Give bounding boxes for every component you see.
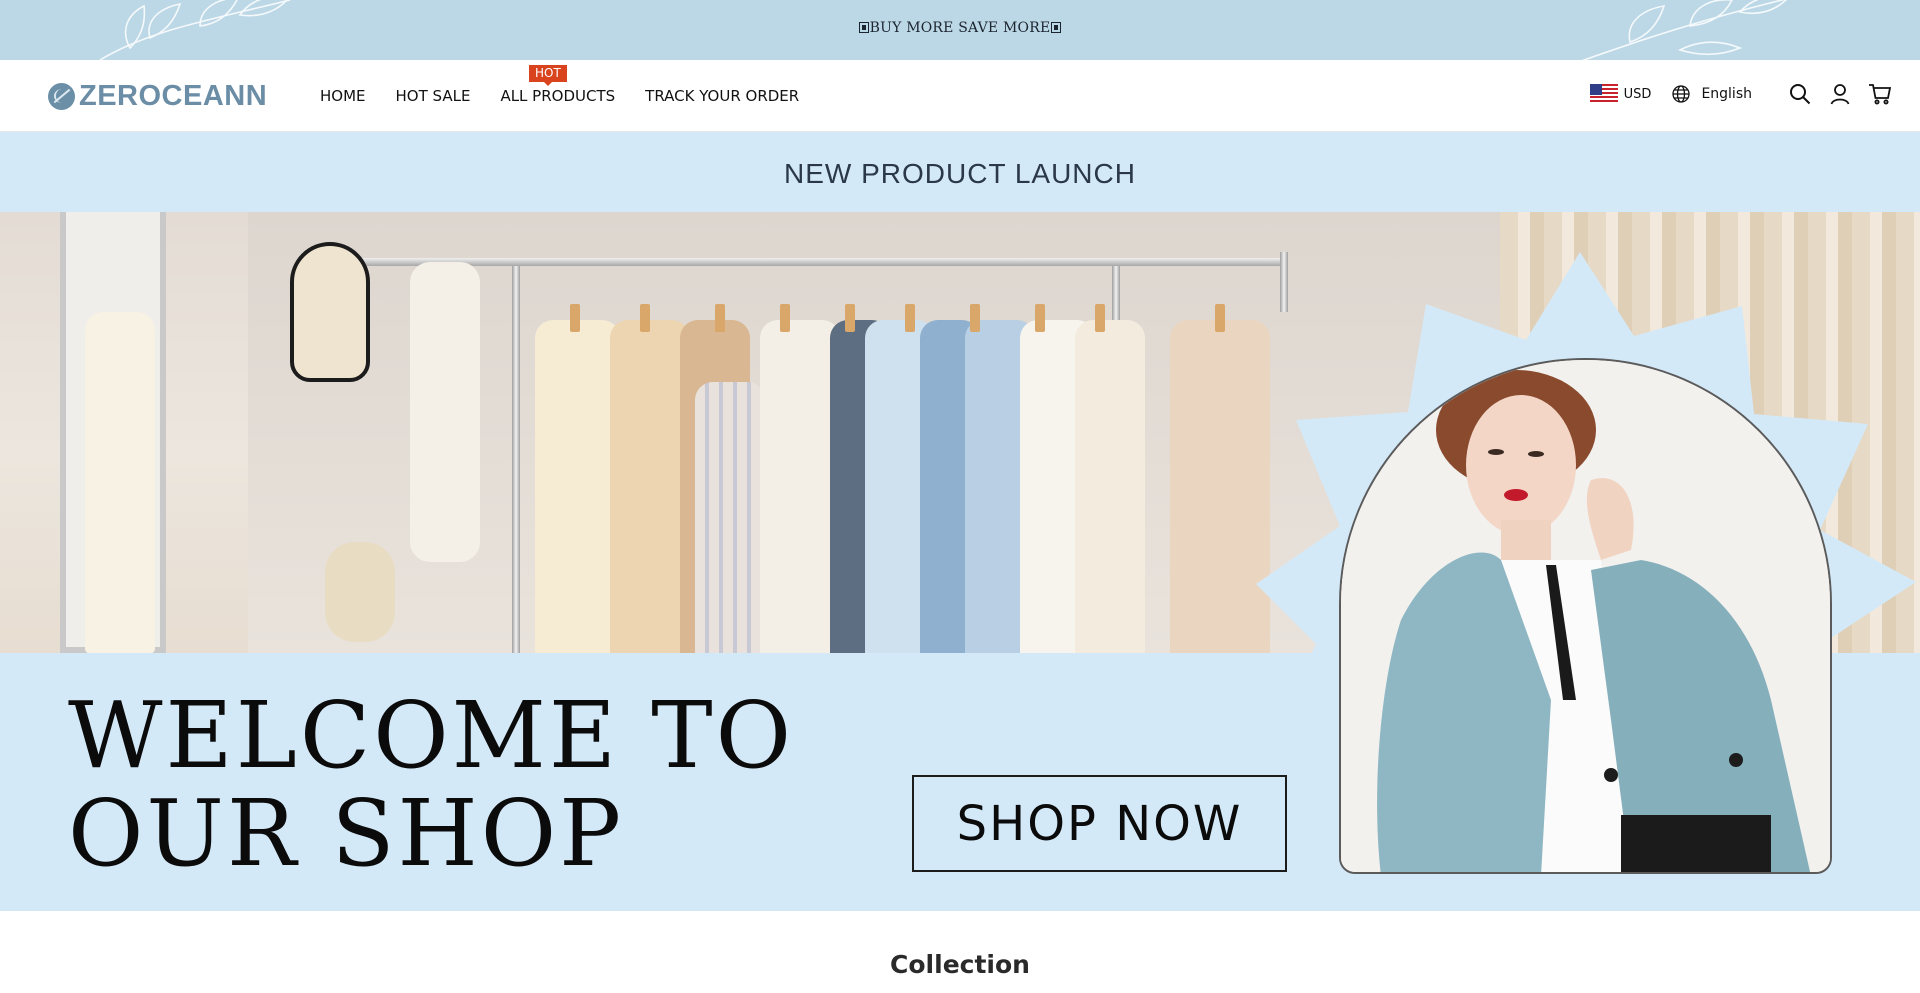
account-button[interactable]	[1828, 82, 1852, 106]
logo-text: ZEROCEANN	[79, 79, 268, 112]
announcement-text: BUY MORE SAVE MORE	[0, 20, 1920, 36]
us-flag-icon	[1589, 84, 1618, 104]
language-selector[interactable]: English	[1671, 84, 1752, 104]
nav-all-products[interactable]: ALL PRODUCTS	[500, 87, 615, 105]
model-photo	[1339, 358, 1832, 874]
currency-selector[interactable]: USD	[1589, 84, 1652, 104]
hanger	[715, 304, 725, 332]
garment-ivory	[1075, 320, 1145, 653]
hanger	[1095, 304, 1105, 332]
header-actions: USD English	[1589, 82, 1892, 106]
rack-pole	[512, 266, 520, 653]
garment-cream	[535, 320, 620, 653]
logo-mark-icon	[48, 82, 75, 110]
garment-tan	[610, 320, 690, 653]
straw-hat	[290, 242, 370, 382]
language-label: English	[1701, 86, 1752, 102]
globe-icon	[1672, 85, 1691, 103]
currency-label: USD	[1623, 86, 1652, 102]
garment-white	[760, 320, 840, 653]
account-icon	[1830, 84, 1850, 105]
headline-line-1: WELCOME TO	[68, 682, 795, 789]
main-nav: HOME HOT SALE ALL PRODUCTS TRACK YOUR OR…	[320, 87, 829, 105]
hanger	[970, 304, 980, 332]
collection-heading: Collection	[890, 950, 1030, 979]
hot-badge: HOT	[529, 65, 567, 86]
hanger	[570, 304, 580, 332]
nav-track-order[interactable]: TRACK YOUR ORDER	[645, 87, 799, 105]
shop-now-button[interactable]: SHOP NOW	[912, 775, 1287, 872]
headline-line-2: OUR SHOP	[68, 780, 625, 887]
announcement-label: BUY MORE SAVE MORE	[869, 20, 1051, 36]
hero-subtitle: NEW PRODUCT LAUNCH	[784, 158, 1136, 189]
hanger	[780, 304, 790, 332]
nav-hot-sale[interactable]: HOT SALE	[396, 87, 471, 105]
search-icon	[1790, 84, 1811, 105]
hanger	[905, 304, 915, 332]
garment-champagne	[1170, 320, 1270, 653]
hero-headline: WELCOME TO OUR SHOP	[68, 687, 794, 883]
site-header: ZEROCEANN HOME HOT SALE ALL PRODUCTS TRA…	[0, 60, 1920, 132]
garment-plaid	[695, 382, 765, 653]
logo[interactable]: ZEROCEANN	[48, 80, 267, 112]
hanger	[1215, 304, 1225, 332]
hanger	[1035, 304, 1045, 332]
straw-bag	[325, 542, 395, 642]
hanger	[845, 304, 855, 332]
search-button[interactable]	[1788, 82, 1812, 106]
hanger	[640, 304, 650, 332]
hero-banner: NEW PRODUCT LAUNCH WELCOME TO OUR SHOP S…	[0, 132, 1920, 911]
box-glyph-icon	[858, 22, 869, 33]
box-glyph-icon	[1051, 22, 1062, 33]
garment-mirror-item	[85, 312, 155, 653]
cart-icon	[1869, 84, 1892, 105]
nav-home[interactable]: HOME	[320, 87, 366, 105]
rack-bar	[356, 258, 1286, 266]
model-illustration	[1341, 360, 1830, 872]
scarf	[410, 262, 480, 562]
cart-button[interactable]	[1868, 82, 1892, 106]
announcement-bar: BUY MORE SAVE MORE	[0, 0, 1920, 60]
